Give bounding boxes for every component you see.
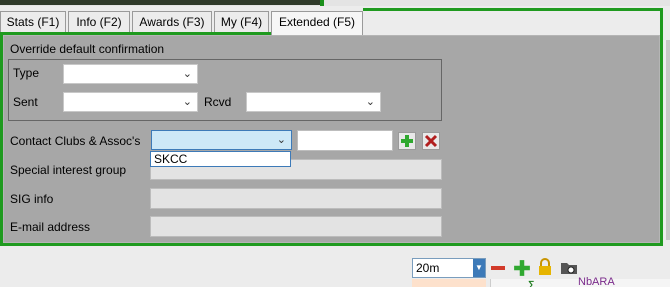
sig-label: Special interest group bbox=[10, 163, 127, 177]
log-marker-icon: ∑ bbox=[528, 279, 535, 287]
band-select[interactable]: 20m ▼ bbox=[412, 258, 486, 278]
sig-info-input[interactable] bbox=[150, 188, 442, 209]
type-select[interactable]: ⌄ bbox=[63, 64, 198, 84]
delete-club-button[interactable] bbox=[422, 132, 440, 150]
sent-label: Sent bbox=[13, 95, 38, 109]
frame-border bbox=[363, 8, 663, 11]
chevron-down-icon: ⌄ bbox=[276, 134, 286, 146]
add-club-button[interactable] bbox=[398, 132, 416, 150]
band-value: 20m bbox=[416, 261, 440, 275]
club-number-input[interactable] bbox=[297, 130, 393, 151]
tab-info[interactable]: Info (F2) bbox=[68, 11, 130, 33]
right-scroll-edge bbox=[666, 40, 670, 240]
rcvd-select[interactable]: ⌄ bbox=[246, 92, 381, 112]
dropdown-arrow-icon: ▼ bbox=[473, 259, 485, 277]
tab-my[interactable]: My (F4) bbox=[214, 11, 269, 33]
plus-icon[interactable] bbox=[513, 259, 531, 277]
extended-panel: Override default confirmation Type ⌄ Sen… bbox=[3, 35, 660, 243]
band-highlight bbox=[412, 279, 486, 287]
clubs-option-skcc[interactable]: SKCC bbox=[154, 152, 290, 166]
rcvd-label: Rcvd bbox=[204, 95, 232, 109]
sig-info-label: SIG info bbox=[10, 192, 54, 206]
email-label: E-mail address bbox=[10, 220, 91, 234]
top-dark-bar bbox=[0, 0, 320, 5]
chevron-down-icon: ⌄ bbox=[182, 96, 192, 108]
sent-select[interactable]: ⌄ bbox=[63, 92, 198, 112]
tab-awards[interactable]: Awards (F3) bbox=[132, 11, 212, 33]
minus-icon[interactable] bbox=[490, 260, 506, 276]
lock-icon[interactable] bbox=[537, 258, 553, 276]
x-icon bbox=[424, 134, 438, 148]
chevron-down-icon: ⌄ bbox=[182, 68, 192, 80]
clubs-label: Contact Clubs & Assoc's bbox=[10, 134, 141, 148]
frame-border bbox=[660, 8, 663, 32]
callsign-partial: NbARA bbox=[578, 276, 615, 287]
type-label: Type bbox=[13, 66, 40, 80]
email-input[interactable] bbox=[150, 216, 442, 237]
top-strip bbox=[0, 0, 670, 6]
confirmation-group-title: Override default confirmation bbox=[10, 42, 165, 56]
tab-stats[interactable]: Stats (F1) bbox=[0, 11, 66, 33]
chevron-down-icon: ⌄ bbox=[365, 96, 375, 108]
clubs-select[interactable]: ⌄ bbox=[151, 130, 292, 150]
folder-icon[interactable] bbox=[560, 260, 578, 276]
top-green-marker bbox=[320, 0, 324, 6]
clubs-dropdown-list: SKCC bbox=[150, 151, 291, 167]
confirmation-group: Type ⌄ Sent ⌄ Rcvd ⌄ bbox=[8, 59, 442, 121]
plus-icon bbox=[401, 135, 413, 147]
